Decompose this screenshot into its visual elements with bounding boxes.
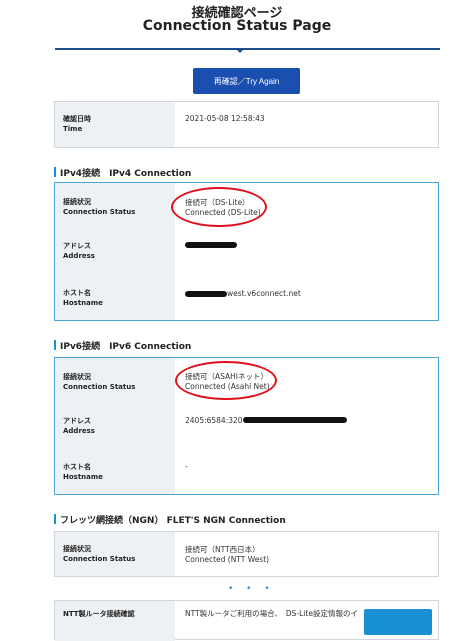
ipv4-section-title: IPv4接続 IPv4 Connection	[54, 166, 191, 179]
ipv4-address-redaction	[185, 242, 237, 248]
ngn-status-value-en: Connected (NTT West)	[185, 555, 270, 564]
ipv4-host-value: west.v6connect.net	[227, 289, 301, 298]
ngn-status-row: 接続状況 Connection Status 接続可（NTT西日本） Conne…	[55, 532, 438, 576]
ipv4-host-row: ホスト名 Hostname west.v6connect.net	[55, 275, 438, 320]
ipv4-address-label-en: Address	[63, 252, 95, 260]
ntt-router-label: NTT製ルータ接続確認	[63, 610, 135, 618]
ipv4-host-label-en: Hostname	[63, 299, 103, 307]
ntt-router-check-button[interactable]	[364, 609, 432, 635]
ipv4-status-label-ja: 接続状況	[63, 198, 91, 206]
time-label-en: Time	[63, 125, 83, 133]
ipv6-address-value: 2405:6584:320	[185, 416, 243, 425]
ipv6-status-label-en: Connection Status	[63, 383, 136, 391]
ipv6-host-row: ホスト名 Hostname -	[55, 450, 438, 494]
ipv6-address-redaction	[243, 417, 347, 423]
more-dots: • • •	[228, 584, 275, 594]
ipv4-status-label-en: Connection Status	[63, 208, 136, 216]
red-annotation-circle-ipv6	[175, 361, 277, 400]
time-row: 確認日時 Time 2021-05-08 12:58:43	[55, 102, 438, 147]
time-value: 2021-05-08 12:58:43	[185, 114, 265, 123]
ipv6-host-label-ja: ホスト名	[63, 463, 91, 471]
ipv6-address-label-en: Address	[63, 427, 95, 435]
ipv6-status-label-ja: 接続状況	[63, 373, 91, 381]
ipv4-address-row: アドレス Address	[55, 229, 438, 275]
header-divider-notch	[236, 49, 244, 53]
ipv4-host-redaction	[185, 291, 227, 297]
ipv6-address-label-ja: アドレス	[63, 417, 91, 425]
ngn-section-title: フレッツ網接続（NGN） FLET'S NGN Connection	[54, 513, 286, 526]
ipv6-section-title: IPv6接続 IPv6 Connection	[54, 339, 191, 352]
ipv4-address-label-ja: アドレス	[63, 242, 91, 250]
ipv6-address-row: アドレス Address 2405:6584:320	[55, 404, 438, 450]
ngn-status-value-ja: 接続可（NTT西日本）	[185, 545, 260, 554]
ntt-router-value: NTT製ルータご利用の場合、 DS-Lite設定情報のイ	[185, 609, 358, 618]
ngn-status-label-en: Connection Status	[63, 555, 136, 563]
header-divider	[55, 48, 440, 50]
ngn-status-label-ja: 接続状況	[63, 545, 91, 553]
try-again-button[interactable]: 再確認／Try Again	[193, 68, 300, 94]
ngn-table: 接続状況 Connection Status 接続可（NTT西日本） Conne…	[54, 531, 439, 577]
ipv6-host-value: -	[185, 462, 188, 471]
time-table: 確認日時 Time 2021-05-08 12:58:43	[54, 101, 439, 148]
ipv4-host-label-ja: ホスト名	[63, 289, 91, 297]
red-annotation-circle-ipv4	[171, 187, 267, 227]
ipv6-host-label-en: Hostname	[63, 473, 103, 481]
page-title-en: Connection Status Page	[142, 18, 332, 34]
time-label-ja: 確認日時	[63, 115, 91, 123]
